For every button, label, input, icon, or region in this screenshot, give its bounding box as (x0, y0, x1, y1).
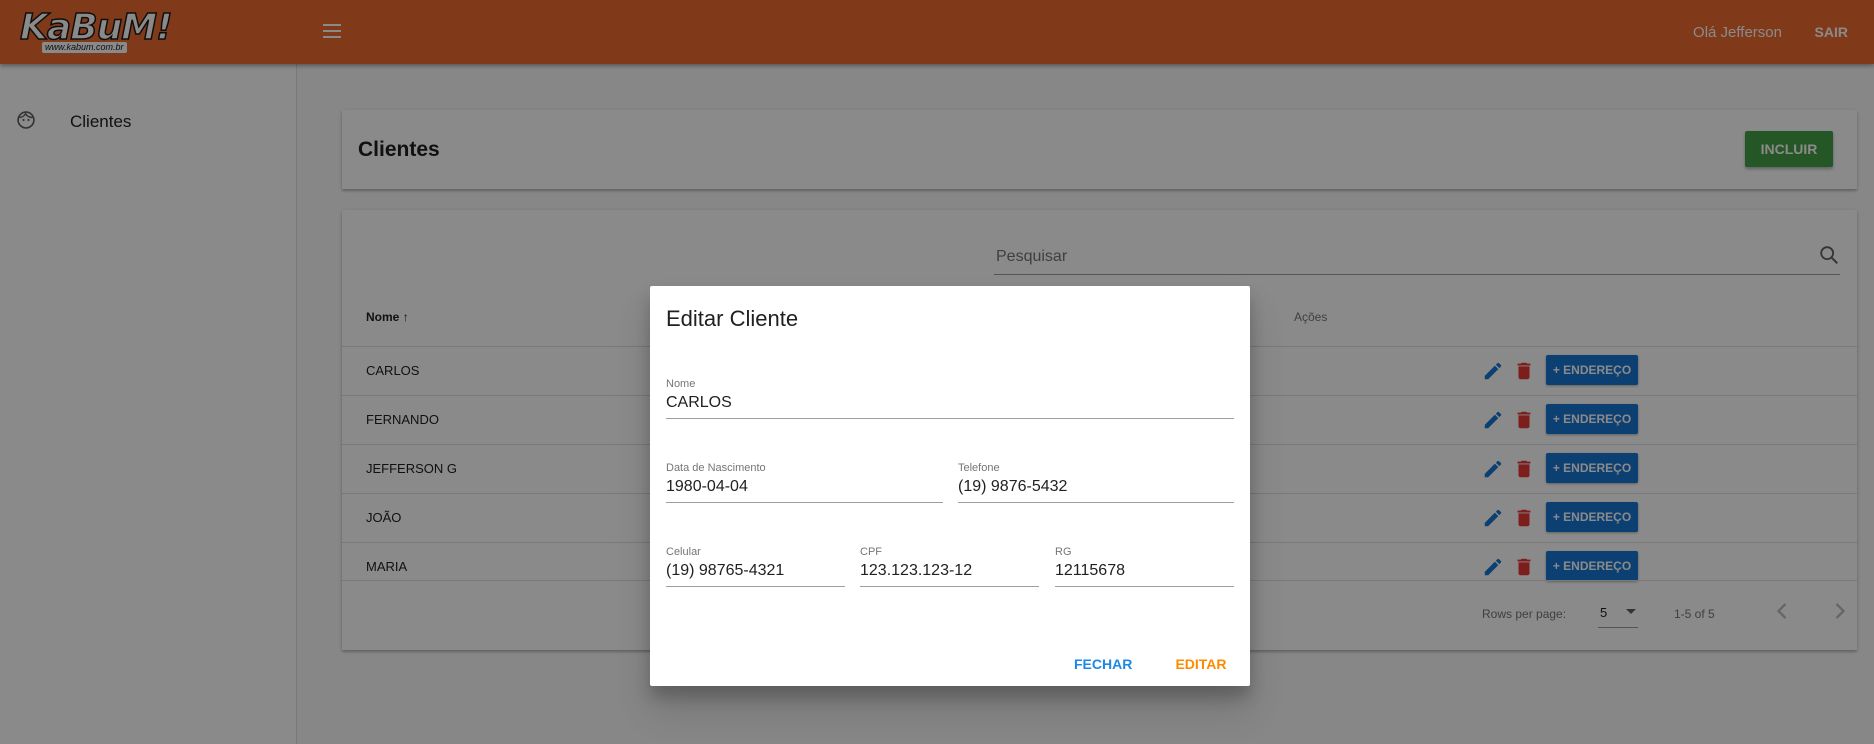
dialog-title: Editar Cliente (666, 306, 799, 331)
submit-edit-button[interactable]: EDITAR (1166, 646, 1236, 682)
rg-input[interactable] (1055, 560, 1234, 582)
cpf-field: CPF (860, 546, 1039, 587)
nome-label: Nome (666, 378, 696, 390)
birthdate-label: Data de Nascimento (666, 462, 766, 474)
phone-label: Telefone (958, 462, 1000, 474)
rg-label: RG (1055, 546, 1072, 558)
cpf-label: CPF (860, 546, 882, 558)
mobile-field: Celular (666, 546, 845, 587)
mobile-label: Celular (666, 546, 701, 558)
close-dialog-button[interactable]: FECHAR (1068, 646, 1138, 682)
mobile-input[interactable] (666, 560, 845, 582)
nome-field: Nome (666, 378, 1234, 419)
edit-client-dialog: Editar Cliente Nome Data de Nascimento T… (650, 286, 1250, 686)
rg-field: RG (1055, 546, 1234, 587)
phone-input[interactable] (958, 476, 1234, 498)
phone-field: Telefone (958, 462, 1234, 503)
nome-input[interactable] (666, 392, 1234, 414)
birthdate-input[interactable] (666, 476, 943, 498)
cpf-input[interactable] (860, 560, 1039, 582)
birthdate-field: Data de Nascimento (666, 462, 943, 503)
